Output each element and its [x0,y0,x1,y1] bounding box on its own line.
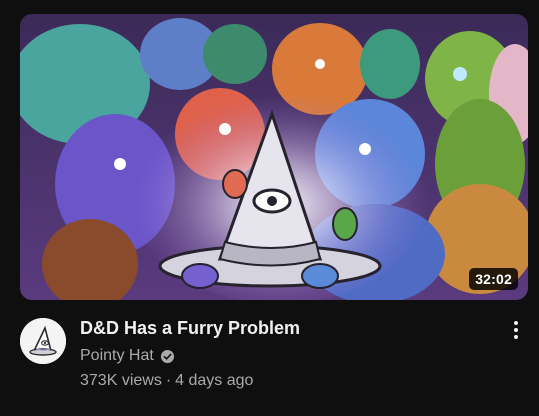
more-vert-icon[interactable] [504,316,528,344]
video-title[interactable]: D&D Has a Furry Problem [80,316,480,340]
channel-avatar[interactable] [20,318,66,364]
video-stats: 373K views · 4 days ago [80,370,480,392]
view-count: 373K views [80,372,162,389]
verified-badge-icon [160,349,175,364]
video-card: 32:02 D&D Has a Furry Problem Pointy Hat… [0,0,539,416]
stats-separator: · [165,372,172,389]
pointy-hat-logo-icon [20,318,66,364]
menu-dot [514,335,518,339]
video-thumbnail[interactable]: 32:02 [20,14,528,300]
menu-dot [514,328,518,332]
channel-name[interactable]: Pointy Hat [80,347,154,365]
thumbnail-illustration [20,14,528,300]
video-duration-badge: 32:02 [469,268,518,290]
video-metadata: D&D Has a Furry Problem Pointy Hat 373K … [80,316,480,392]
channel-row: Pointy Hat [80,345,480,367]
upload-age: 4 days ago [175,372,254,389]
menu-dot [514,321,518,325]
